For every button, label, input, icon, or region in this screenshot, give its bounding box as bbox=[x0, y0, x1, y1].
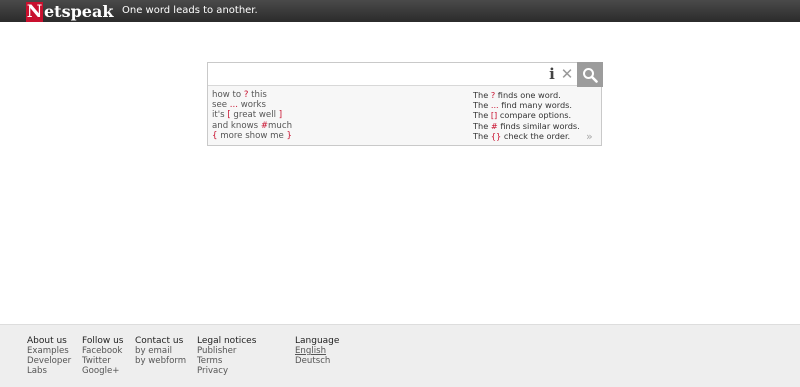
footer-link-publisher[interactable]: Publisher bbox=[197, 346, 256, 356]
example-query[interactable]: how to ? this bbox=[212, 90, 267, 100]
footer-link-facebook[interactable]: Facebook bbox=[82, 346, 123, 356]
query-text: check the order. bbox=[501, 130, 571, 141]
operator-symbol: # bbox=[490, 120, 498, 131]
example-query[interactable]: it's [ great well ] bbox=[212, 110, 282, 120]
footer-link-terms[interactable]: Terms bbox=[197, 356, 256, 366]
footer-link-email[interactable]: by email bbox=[135, 346, 186, 356]
more-icon[interactable]: » bbox=[586, 131, 593, 143]
footer-legal-column: Legal notices Publisher Terms Privacy bbox=[197, 336, 256, 376]
footer-contact-title: Contact us bbox=[135, 336, 184, 346]
operator-hint: The {} check the order. bbox=[473, 131, 570, 141]
footer-legal-title: Legal notices bbox=[197, 336, 257, 346]
query-text: this bbox=[248, 90, 267, 100]
query-text: great well bbox=[230, 110, 279, 121]
footer-link-privacy[interactable]: Privacy bbox=[197, 366, 256, 376]
search-input[interactable] bbox=[208, 63, 543, 85]
query-text: more show me bbox=[217, 130, 287, 141]
footer: About us Examples Developer Labs Follow … bbox=[0, 324, 800, 387]
operator-symbol: ] bbox=[278, 110, 283, 121]
query-text: works bbox=[238, 100, 267, 111]
footer-language-column: Language English Deutsch bbox=[295, 336, 339, 366]
top-bar: N etspeak One word leads to another. bbox=[0, 0, 800, 22]
footer-language-title: Language bbox=[295, 336, 340, 346]
query-text: The bbox=[473, 120, 491, 131]
search-panel: i ✕ how to ? this see ... works it's [ gre… bbox=[207, 62, 603, 146]
footer-contact-column: Contact us by email by webform bbox=[135, 336, 186, 366]
operator-hint: The [] compare options. bbox=[473, 110, 571, 120]
search-bar: i ✕ bbox=[208, 63, 601, 86]
footer-link-webform[interactable]: by webform bbox=[135, 356, 186, 366]
example-query[interactable]: { more show me } bbox=[212, 131, 292, 141]
operator-symbol: } bbox=[286, 130, 292, 141]
operator-symbol: ... bbox=[229, 100, 238, 111]
query-text: it's bbox=[212, 110, 228, 121]
query-text: see bbox=[212, 100, 230, 111]
operator-hint: The ... find many words. bbox=[473, 100, 572, 110]
query-text: The bbox=[473, 130, 491, 141]
info-icon[interactable]: i bbox=[546, 65, 558, 83]
footer-follow-title: Follow us bbox=[82, 336, 124, 346]
tagline: One word leads to another. bbox=[122, 5, 258, 16]
footer-link-examples[interactable]: Examples bbox=[27, 346, 71, 356]
footer-follow-column: Follow us Facebook Twitter Google+ bbox=[82, 336, 123, 376]
netspeak-logo[interactable]: N etspeak bbox=[26, 2, 113, 22]
footer-link-labs[interactable]: Labs bbox=[27, 366, 71, 376]
query-text: The bbox=[473, 90, 491, 100]
language-option-english[interactable]: English bbox=[295, 346, 339, 356]
clear-icon[interactable]: ✕ bbox=[560, 65, 574, 83]
logo-initial: N bbox=[26, 2, 43, 22]
footer-about-title[interactable]: About us bbox=[27, 336, 71, 346]
logo-text: etspeak bbox=[44, 2, 114, 21]
query-text: find many words. bbox=[498, 100, 573, 111]
example-query[interactable]: see ... works bbox=[212, 100, 266, 110]
query-text: and knows bbox=[212, 120, 261, 131]
query-text: The bbox=[473, 100, 491, 111]
footer-link-googleplus[interactable]: Google+ bbox=[82, 366, 123, 376]
footer-link-twitter[interactable]: Twitter bbox=[82, 356, 123, 366]
search-button[interactable] bbox=[577, 62, 603, 87]
footer-about-column: About us Examples Developer Labs bbox=[27, 336, 71, 376]
operator-symbol: {} bbox=[490, 130, 502, 141]
search-icon bbox=[583, 67, 598, 83]
language-option-deutsch[interactable]: Deutsch bbox=[295, 356, 339, 366]
operator-hint: The # finds similar words. bbox=[473, 121, 580, 131]
example-query[interactable]: and knows #much bbox=[212, 121, 292, 131]
query-text: finds one word. bbox=[495, 90, 561, 100]
query-text: finds similar words. bbox=[497, 120, 580, 131]
operator-symbol: # bbox=[260, 120, 269, 131]
query-text: The bbox=[473, 110, 491, 121]
query-text: how to bbox=[212, 90, 244, 100]
operator-symbol: ... bbox=[490, 100, 499, 111]
query-text: compare options. bbox=[497, 110, 572, 121]
query-text: much bbox=[268, 120, 293, 131]
footer-link-developer[interactable]: Developer bbox=[27, 356, 71, 366]
operator-hint: The ? finds one word. bbox=[473, 90, 561, 100]
